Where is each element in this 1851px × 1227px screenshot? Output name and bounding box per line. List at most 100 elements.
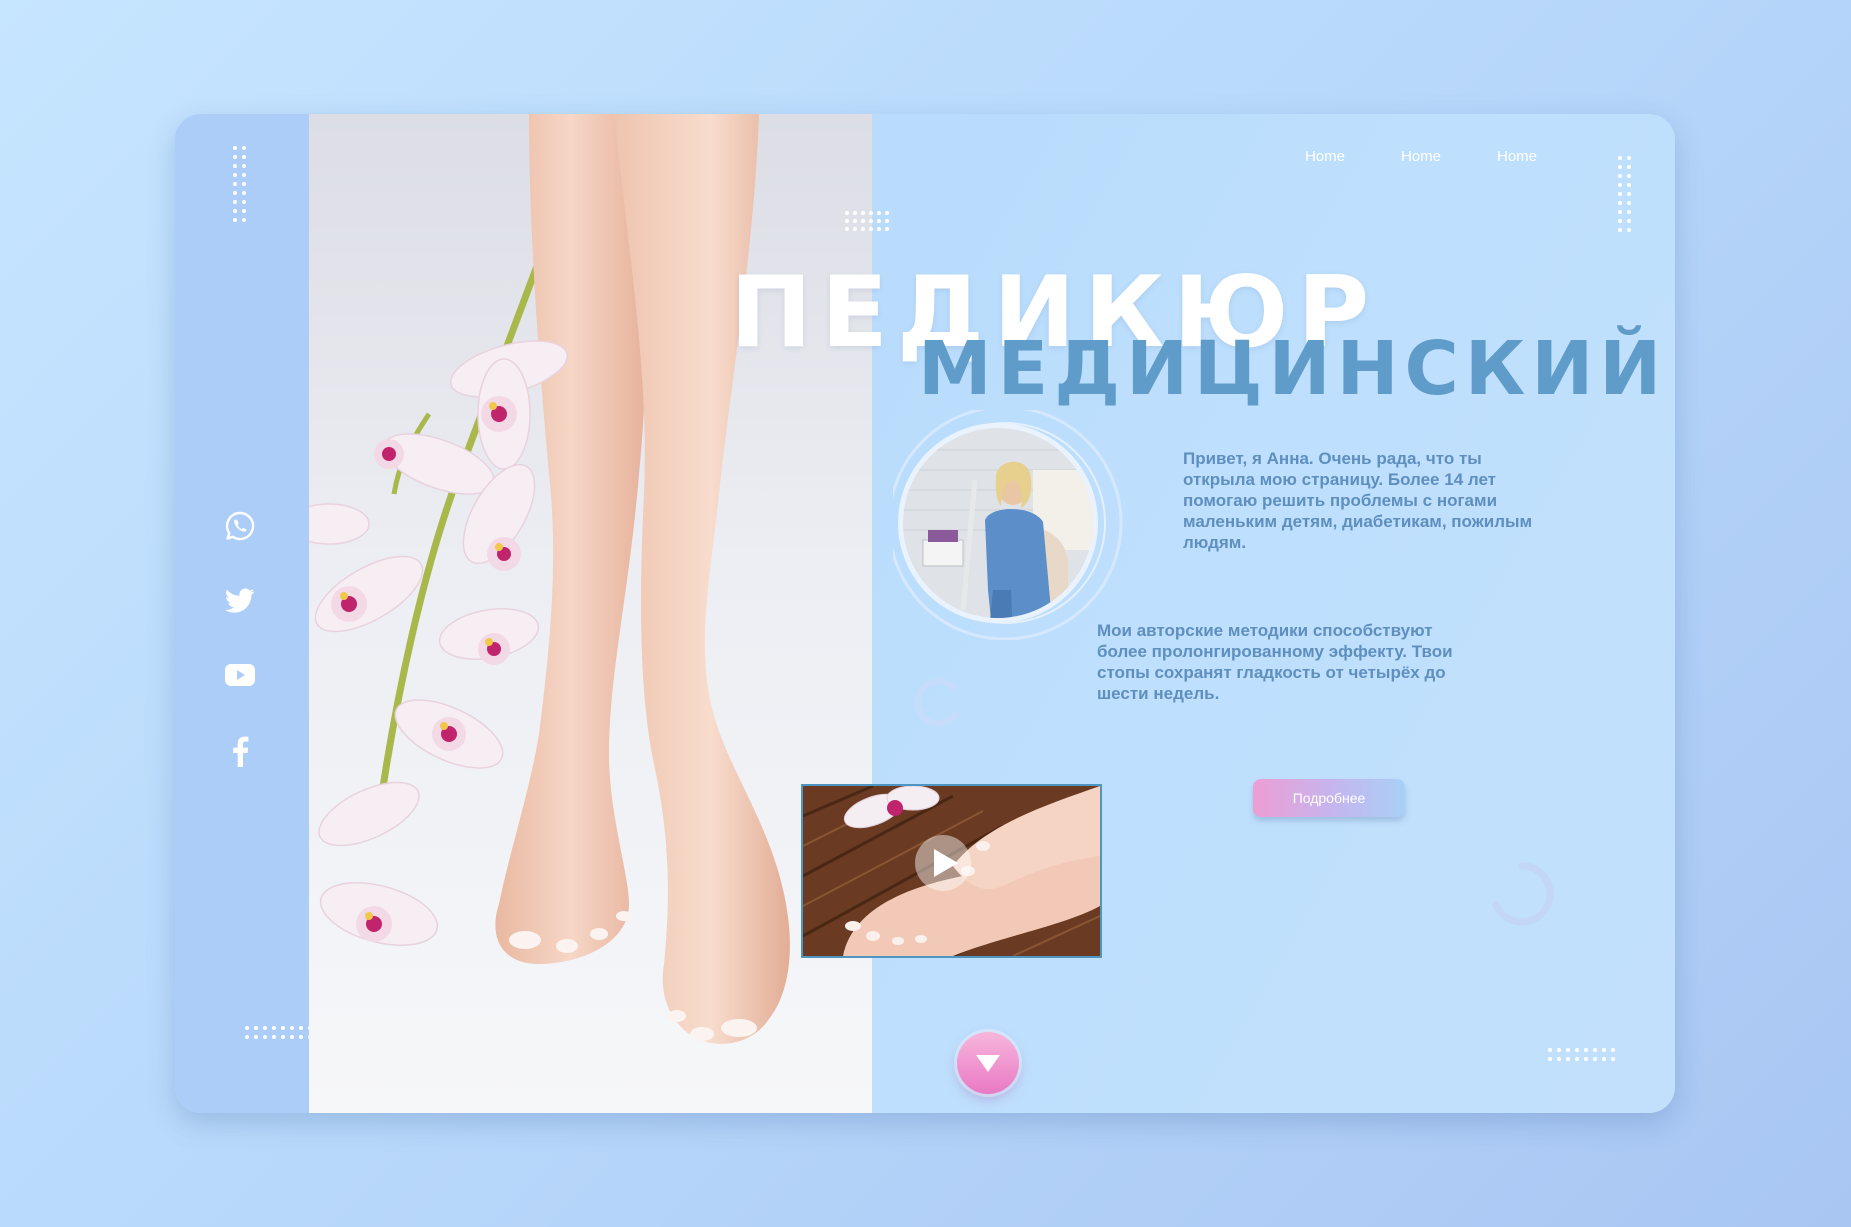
dot xyxy=(1627,165,1631,169)
dot xyxy=(1584,1048,1588,1052)
dot xyxy=(272,1035,276,1039)
dot xyxy=(233,182,237,186)
nav-link-home[interactable]: Home xyxy=(1401,148,1441,165)
landing-card: Home Home Home ПЕДИКЮР МЕДИЦИНСКИЙ Приве… xyxy=(175,114,1675,1113)
dot xyxy=(861,219,865,223)
dot xyxy=(233,209,237,213)
dot xyxy=(254,1026,258,1030)
triangle-down-icon xyxy=(976,1055,1000,1072)
dot xyxy=(242,191,246,195)
dot xyxy=(1618,174,1622,178)
dot xyxy=(245,1035,249,1039)
dot xyxy=(885,219,889,223)
dot xyxy=(845,227,849,231)
dot xyxy=(1611,1048,1615,1052)
dot xyxy=(885,227,889,231)
dot xyxy=(233,146,237,150)
dot xyxy=(242,218,246,222)
dot xyxy=(233,164,237,168)
dot xyxy=(281,1035,285,1039)
dot-pattern xyxy=(233,146,251,227)
dot xyxy=(1584,1057,1588,1061)
avatar xyxy=(887,405,1139,641)
dot xyxy=(281,1026,285,1030)
scroll-down-button[interactable] xyxy=(957,1032,1019,1094)
dot xyxy=(1618,210,1622,214)
dot xyxy=(877,211,881,215)
dot xyxy=(263,1035,267,1039)
dot xyxy=(869,227,873,231)
intro-text: Привет, я Анна. Очень рада, что ты откры… xyxy=(1183,449,1533,552)
dot xyxy=(272,1026,276,1030)
dot xyxy=(233,200,237,204)
dot xyxy=(869,211,873,215)
methods-text: Мои авторские методики способствуют боле… xyxy=(1097,621,1453,703)
sidebar xyxy=(175,114,312,1113)
dot xyxy=(263,1026,267,1030)
dot xyxy=(1627,210,1631,214)
decorative-arc xyxy=(914,678,959,727)
dot-pattern xyxy=(1548,1048,1620,1066)
whatsapp-icon[interactable] xyxy=(223,509,257,543)
twitter-icon[interactable] xyxy=(223,584,257,618)
dot xyxy=(1548,1057,1552,1061)
dot xyxy=(233,173,237,177)
dot xyxy=(1618,219,1622,223)
dot xyxy=(242,164,246,168)
dot xyxy=(242,155,246,159)
dot xyxy=(290,1035,294,1039)
dot xyxy=(1593,1048,1597,1052)
dot-pattern xyxy=(245,1026,317,1044)
dot xyxy=(299,1026,303,1030)
dot xyxy=(254,1035,258,1039)
dot-pattern xyxy=(1618,156,1636,237)
dot xyxy=(242,200,246,204)
dot xyxy=(1548,1048,1552,1052)
dot xyxy=(233,155,237,159)
dot xyxy=(1618,165,1622,169)
dot xyxy=(1618,183,1622,187)
dot xyxy=(1566,1048,1570,1052)
video-thumbnail[interactable] xyxy=(801,784,1102,958)
dot xyxy=(845,219,849,223)
dot xyxy=(1618,192,1622,196)
top-nav: Home Home Home xyxy=(1305,148,1537,165)
dot xyxy=(845,211,849,215)
more-button[interactable]: Подробнее xyxy=(1253,779,1405,817)
dot xyxy=(242,182,246,186)
dot xyxy=(861,211,865,215)
dot xyxy=(1627,228,1631,232)
dot xyxy=(290,1026,294,1030)
youtube-icon[interactable] xyxy=(223,658,257,692)
dot xyxy=(885,211,889,215)
dot xyxy=(1627,156,1631,160)
dot xyxy=(1557,1048,1561,1052)
dot xyxy=(853,219,857,223)
dot xyxy=(877,227,881,231)
dot xyxy=(1575,1057,1579,1061)
dot xyxy=(242,209,246,213)
dot xyxy=(245,1026,249,1030)
dot xyxy=(1611,1057,1615,1061)
dot xyxy=(233,191,237,195)
facebook-icon[interactable] xyxy=(223,734,257,768)
nav-link-home[interactable]: Home xyxy=(1497,148,1537,165)
dot xyxy=(1602,1048,1606,1052)
dot xyxy=(1627,219,1631,223)
dot xyxy=(1627,174,1631,178)
dot xyxy=(299,1035,303,1039)
nav-link-home[interactable]: Home xyxy=(1305,148,1345,165)
dot xyxy=(1566,1057,1570,1061)
dot xyxy=(853,211,857,215)
dot xyxy=(233,218,237,222)
dot xyxy=(1627,201,1631,205)
dot xyxy=(1593,1057,1597,1061)
dot xyxy=(1618,201,1622,205)
dot xyxy=(1602,1057,1606,1061)
dot xyxy=(877,219,881,223)
dot xyxy=(869,219,873,223)
hero-subtitle: МЕДИЦИНСКИЙ xyxy=(918,326,1668,412)
dot xyxy=(242,173,246,177)
decorative-arc xyxy=(1492,862,1554,926)
dot xyxy=(1627,183,1631,187)
